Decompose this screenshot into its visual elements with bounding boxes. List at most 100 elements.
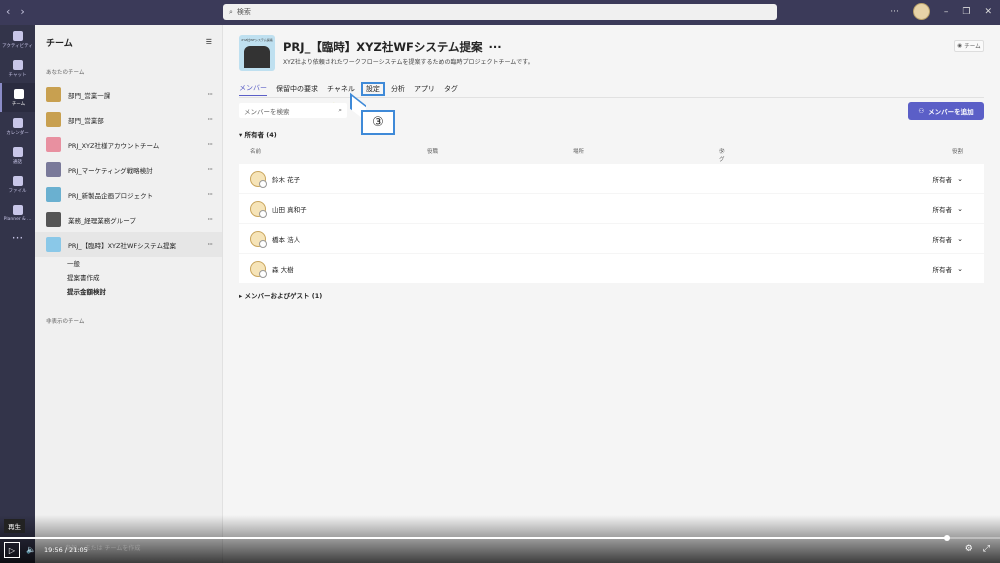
rail-files[interactable]: ファイル	[0, 170, 35, 199]
channel-item[interactable]: 一般	[35, 257, 222, 271]
team-more-icon[interactable]: ···	[207, 90, 213, 99]
search-box[interactable]: ⌕ 検索	[223, 4, 777, 20]
team-more-icon[interactable]: ···	[207, 140, 213, 149]
tab-analytics[interactable]: 分析	[391, 84, 405, 96]
team-more-icon[interactable]: ···	[207, 190, 213, 199]
window-controls: ··· – ❐ ✕	[890, 3, 992, 20]
team-item[interactable]: 部門_営業部 ···	[35, 107, 222, 132]
member-role[interactable]: 所有者	[933, 174, 953, 184]
sidebar-header: チーム ☰	[35, 25, 222, 59]
team-logo-icon	[46, 212, 61, 227]
phone-icon	[12, 146, 23, 157]
member-role[interactable]: 所有者	[933, 234, 953, 244]
owners-section-toggle[interactable]: ▾ 所有者 (4)	[239, 129, 277, 139]
close-icon[interactable]: ✕	[984, 7, 992, 17]
rail-teams[interactable]: チーム	[0, 83, 35, 112]
tab-apps[interactable]: アプリ	[414, 84, 435, 96]
more-apps-icon[interactable]: ···	[0, 231, 35, 245]
eye-icon: ◉	[957, 43, 963, 49]
teams-icon	[13, 88, 24, 99]
team-more-icon[interactable]: ···	[207, 215, 213, 224]
user-avatar[interactable]	[912, 3, 930, 20]
volume-icon[interactable]: 🔈	[26, 545, 36, 554]
more-options-icon[interactable]: ···	[890, 7, 899, 17]
chevron-down-icon[interactable]: ⌄	[957, 205, 963, 213]
teams-sidebar: チーム ☰ あなたのチーム 部門_営業一課 ··· 部門_営業部 ··· PRJ_XYZ…	[35, 25, 223, 563]
play-tooltip: 再生	[4, 519, 25, 533]
forward-arrow-icon[interactable]: ›	[20, 5, 24, 18]
col-role: 役割	[951, 149, 963, 155]
bell-icon	[12, 30, 23, 41]
team-item[interactable]: 部門_営業一課 ···	[35, 82, 222, 107]
team-more-button[interactable]: ···	[489, 40, 502, 54]
channel-item[interactable]: 提案書作成	[35, 271, 222, 285]
team-name: PRJ_【臨時】XYZ社WFシステム提案	[68, 241, 176, 250]
tab-pending-requests[interactable]: 保留中の要求	[276, 84, 318, 96]
manage-tabs: メンバー 保留中の要求 チャネル 設定 分析 アプリ タグ	[239, 82, 458, 96]
add-person-icon: ⚇	[918, 107, 925, 115]
playback-time: 19:56 / 21:05	[44, 546, 88, 554]
team-header: XYZ社WFシステム提案 PRJ_【臨時】XYZ社WFシステム提案 ··· XYZ…	[239, 35, 534, 71]
col-name: 名前	[250, 149, 262, 155]
fullscreen-icon[interactable]: ⤢	[983, 544, 990, 554]
team-logo-icon	[46, 187, 61, 202]
progress-handle[interactable]	[944, 535, 950, 541]
add-member-button[interactable]: ⚇ メンバーを追加	[908, 102, 984, 120]
search-placeholder: 検索	[236, 8, 251, 16]
team-name: 部門_営業部	[68, 116, 104, 125]
team-more-icon[interactable]: ···	[207, 165, 213, 174]
team-list: 部門_営業一課 ··· 部門_営業部 ··· PRJ_XYZ社様アカウントチーム ··· P…	[35, 82, 222, 257]
history-nav: ‹ ›	[6, 5, 25, 18]
team-more-icon[interactable]: ···	[207, 115, 213, 124]
info-icon[interactable]: ⓘ	[719, 147, 725, 155]
hidden-teams-heading[interactable]: 非表示のチーム	[35, 299, 222, 325]
member-role[interactable]: 所有者	[933, 204, 953, 214]
team-title: PRJ_【臨時】XYZ社WFシステム提案	[283, 40, 483, 54]
tab-settings[interactable]: 設定	[360, 82, 385, 96]
sidebar-title: チーム	[46, 38, 73, 49]
guests-section-toggle[interactable]: ▸ メンバーおよびゲスト (1)	[239, 290, 322, 300]
tab-tags[interactable]: タグ	[444, 84, 458, 96]
tab-members[interactable]: メンバー	[239, 83, 267, 96]
team-name: 業務_経理業務グループ	[68, 216, 136, 225]
member-row[interactable]: 鈴木 花子 所有者 ⌄	[239, 164, 984, 193]
settings-gear-icon[interactable]: ⚙	[965, 544, 973, 554]
chevron-down-icon[interactable]: ⌄	[957, 265, 963, 273]
channel-list: 一般 提案書作成 提示金額検討	[35, 257, 222, 299]
team-item[interactable]: PRJ_【臨時】XYZ社WFシステム提案 ···	[35, 232, 222, 257]
rail-planner[interactable]: Planner & ...	[0, 199, 35, 228]
filter-icon[interactable]: ☰	[206, 38, 212, 46]
member-search-input[interactable]: メンバーを検索 ⌕	[239, 103, 347, 118]
team-more-icon[interactable]: ···	[207, 240, 213, 249]
team-item[interactable]: PRJ_新製品企画プロジェクト ···	[35, 182, 222, 207]
team-logo-icon	[46, 137, 61, 152]
rail-activity[interactable]: アクティビティ	[0, 25, 35, 54]
play-button[interactable]: ▷	[4, 542, 20, 558]
rail-calls[interactable]: 通話	[0, 141, 35, 170]
avatar	[250, 200, 267, 218]
team-name: 部門_営業一課	[68, 91, 111, 100]
team-item[interactable]: 業務_経理業務グループ ···	[35, 207, 222, 232]
member-row[interactable]: 山田 真和子 所有者 ⌄	[239, 194, 984, 223]
chevron-down-icon[interactable]: ⌄	[957, 235, 963, 243]
rail-calendar[interactable]: カレンダー	[0, 112, 35, 141]
team-item[interactable]: PRJ_マーケティング戦略検討 ···	[35, 157, 222, 182]
minimize-icon[interactable]: –	[944, 7, 949, 17]
team-logo-icon	[46, 112, 61, 127]
member-row[interactable]: 森 大樹 所有者 ⌄	[239, 254, 984, 283]
member-table: 鈴木 花子 所有者 ⌄ 山田 真和子 所有者 ⌄ 橋本 浩人 所有者 ⌄ 森 大樹 所有者 ⌄	[239, 164, 984, 284]
maximize-icon[interactable]: ❐	[962, 7, 970, 17]
member-role[interactable]: 所有者	[933, 264, 953, 274]
channel-item[interactable]: 提示金額検討	[35, 285, 222, 299]
back-arrow-icon[interactable]: ‹	[6, 5, 10, 18]
team-badge[interactable]: ◉ チーム	[954, 40, 984, 52]
rail-chat[interactable]: チャット	[0, 54, 35, 83]
search-icon: ⌕	[338, 106, 342, 114]
team-description: XYZ社より依頼されたワークフローシステムを提案するための臨時プロジェクトチーム…	[283, 59, 534, 66]
team-name: PRJ_新製品企画プロジェクト	[68, 191, 154, 200]
chevron-down-icon[interactable]: ⌄	[957, 175, 963, 183]
team-item[interactable]: PRJ_XYZ社様アカウントチーム ···	[35, 132, 222, 157]
team-logo-icon	[46, 162, 61, 177]
member-row[interactable]: 橋本 浩人 所有者 ⌄	[239, 224, 984, 253]
team-logo: XYZ社WFシステム提案	[239, 35, 275, 71]
